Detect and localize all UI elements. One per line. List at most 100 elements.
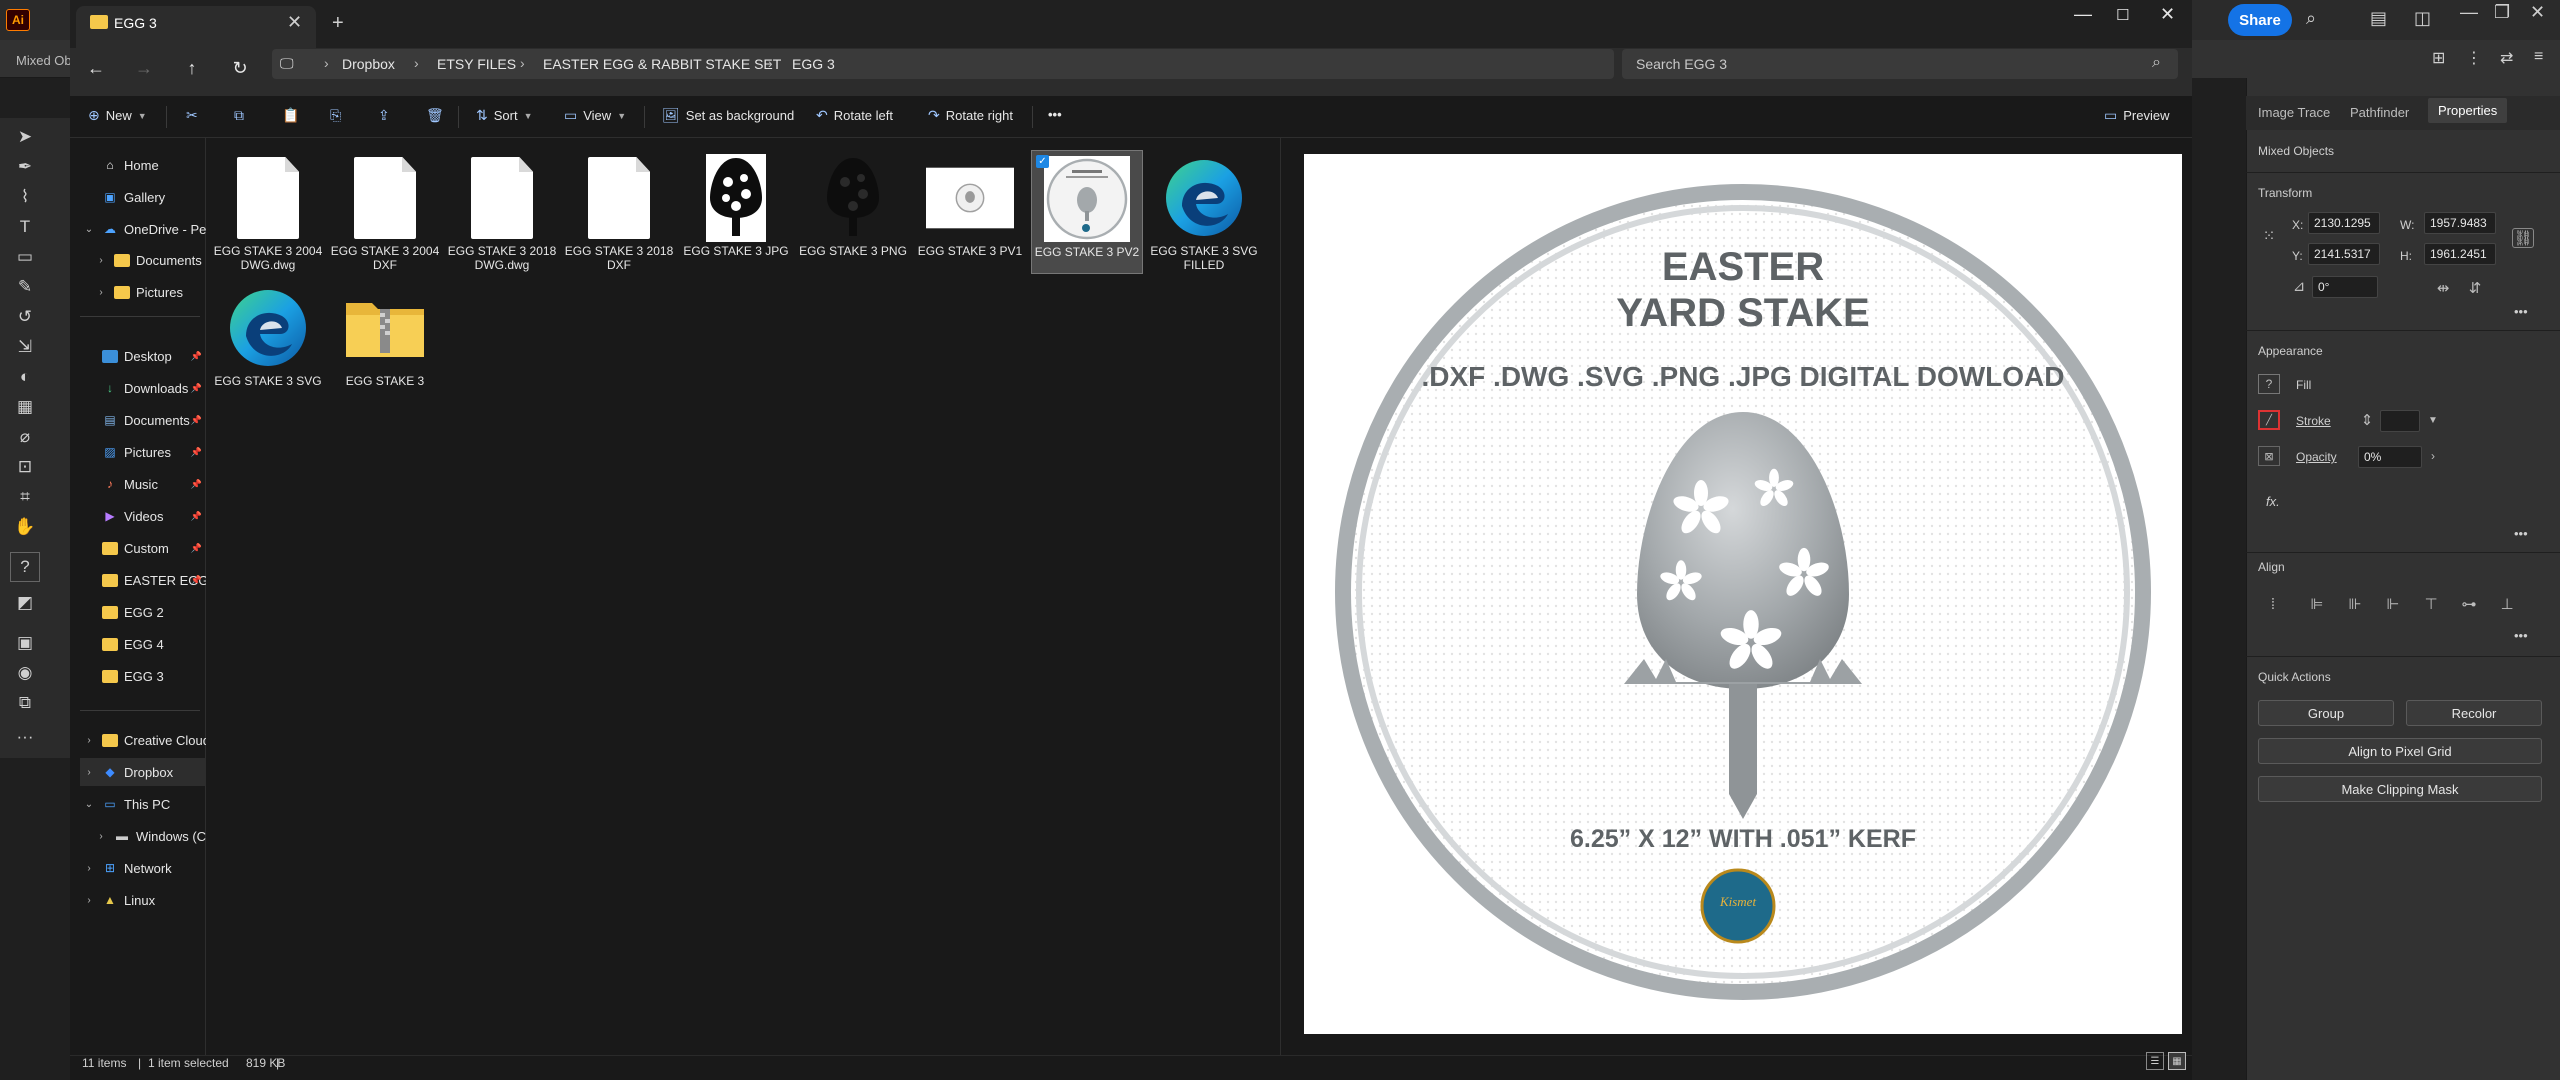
forward-button[interactable]: → bbox=[126, 53, 162, 83]
fill-swatch-icon[interactable]: ? bbox=[2258, 374, 2280, 394]
maximize-icon[interactable]: ❐ bbox=[2494, 2, 2510, 23]
align-bottom-icon[interactable]: ⊥ bbox=[2496, 594, 2518, 614]
workspace-icon[interactable]: ▤ bbox=[2370, 8, 2387, 29]
constrain-proportions-icon[interactable]: ⛓ bbox=[2512, 228, 2534, 248]
file-item[interactable]: EGG STAKE 3 PNG bbox=[797, 150, 909, 274]
recolor-button[interactable]: Recolor bbox=[2406, 700, 2542, 726]
height-field[interactable]: 1961.2451 bbox=[2424, 243, 2496, 265]
selection-tool-icon[interactable]: ➤ bbox=[10, 122, 40, 152]
draw-mode-icon[interactable]: ▣ bbox=[10, 628, 40, 658]
align-to-pixel-grid-button[interactable]: Align to Pixel Grid bbox=[2258, 738, 2542, 764]
stroke-swatch-icon[interactable]: ╱ bbox=[2258, 410, 2280, 430]
chevron-right-icon[interactable]: › bbox=[94, 287, 108, 298]
sidebar-item[interactable]: › Documents bbox=[80, 246, 206, 274]
hand-tool-icon[interactable]: ✋ bbox=[10, 512, 40, 542]
explorer-tab[interactable] bbox=[76, 6, 316, 48]
tab-image-trace[interactable]: Image Trace bbox=[2258, 105, 2330, 120]
align-left-icon[interactable]: ⊫ bbox=[2306, 594, 2328, 614]
share-button[interactable]: Share bbox=[2228, 4, 2292, 36]
pencil-tool-icon[interactable]: ✎ bbox=[10, 272, 40, 302]
tab-close-icon[interactable]: ✕ bbox=[287, 12, 302, 33]
transform-bar-icon[interactable]: ⇄ bbox=[2500, 48, 2513, 68]
warp-tool-icon[interactable]: ⇲ bbox=[10, 332, 40, 362]
brush-tool-icon[interactable]: ⌇ bbox=[10, 182, 40, 212]
sidebar-item[interactable]: EGG 2 bbox=[80, 598, 206, 626]
file-item[interactable]: EGG STAKE 3 SVG FILLED bbox=[1148, 150, 1260, 274]
align-to-icon[interactable]: ⁞ bbox=[2262, 594, 2284, 614]
align-right-icon[interactable]: ⊩ bbox=[2382, 594, 2404, 614]
opacity-chevron-icon[interactable]: › bbox=[2422, 446, 2444, 466]
sidebar-item[interactable]: ▶ Videos 📌 bbox=[80, 502, 206, 530]
share-file-button[interactable]: ⇪ bbox=[378, 107, 390, 124]
file-item[interactable]: EGG STAKE 3 2018 DXF bbox=[563, 150, 675, 274]
align-more-button[interactable]: ••• bbox=[2514, 628, 2528, 643]
artboard-tool-icon[interactable]: ⊡ bbox=[10, 452, 40, 482]
search-icon[interactable]: ⌕ bbox=[2306, 8, 2316, 29]
pen-tool-icon[interactable]: ✒ bbox=[10, 152, 40, 182]
rename-button[interactable]: ⎘ bbox=[330, 107, 341, 124]
eyedropper-tool-icon[interactable]: ⌀ bbox=[10, 422, 40, 452]
stroke-label[interactable]: Stroke bbox=[2296, 414, 2331, 428]
chevron-down-icon[interactable]: ⌄ bbox=[82, 224, 96, 235]
file-item[interactable]: EGG STAKE 3 2018 DWG.dwg bbox=[446, 150, 558, 274]
paste-button[interactable]: 📋 bbox=[282, 107, 299, 124]
breadcrumb-separator[interactable]: › bbox=[520, 55, 525, 71]
pin-icon[interactable]: 📌 bbox=[191, 447, 202, 458]
transform-more-button[interactable]: ••• bbox=[2514, 304, 2528, 319]
sidebar-item[interactable]: › Creative Cloud bbox=[80, 726, 206, 754]
file-item[interactable]: EGG STAKE 3 bbox=[329, 280, 441, 404]
width-field[interactable]: 1957.9483 bbox=[2424, 212, 2496, 234]
sidebar-item[interactable]: › ⊞ Network bbox=[80, 854, 206, 882]
chevron-right-icon[interactable]: › bbox=[82, 895, 96, 906]
pin-icon[interactable]: 📌 bbox=[191, 479, 202, 490]
help-icon[interactable]: ? bbox=[10, 552, 40, 582]
stroke-weight-field[interactable] bbox=[2380, 410, 2420, 432]
chevron-right-icon[interactable]: › bbox=[82, 735, 96, 746]
slice-tool-icon[interactable]: ⌗ bbox=[10, 482, 40, 512]
window-close-icon[interactable]: ✕ bbox=[2160, 4, 2175, 25]
sidebar-item[interactable]: ↓ Downloads 📌 bbox=[80, 374, 206, 402]
change-screen-mode-icon[interactable]: ⧉ bbox=[10, 688, 40, 718]
breadcrumb-etsy-files[interactable]: ETSY FILES bbox=[437, 56, 516, 72]
details-view-icon[interactable]: ☰ bbox=[2146, 1052, 2164, 1070]
x-field[interactable]: 2130.1295 bbox=[2308, 212, 2380, 234]
flip-vertical-icon[interactable]: ⇵ bbox=[2464, 278, 2486, 298]
sort-button[interactable]: ⇅ Sort ▼ bbox=[476, 107, 533, 124]
sidebar-item[interactable]: › ▬ Windows (C:) bbox=[80, 822, 206, 850]
pin-icon[interactable]: 📌 bbox=[191, 383, 202, 394]
opacity-field[interactable]: 0% bbox=[2358, 446, 2422, 468]
chevron-right-icon[interactable]: › bbox=[94, 831, 108, 842]
back-button[interactable]: ← bbox=[78, 53, 114, 83]
breadcrumb-dropbox[interactable]: Dropbox bbox=[342, 56, 395, 72]
sidebar-item[interactable]: Desktop 📌 bbox=[80, 342, 206, 370]
sidebar-item[interactable]: Custom 📌 bbox=[80, 534, 206, 562]
sidebar-item[interactable]: EASTER EGG 📌 bbox=[80, 566, 206, 594]
pin-icon[interactable]: 📌 bbox=[191, 575, 202, 586]
breadcrumb-egg-3[interactable]: EGG 3 bbox=[792, 56, 835, 72]
stroke-stepper-icon[interactable]: ⇕ bbox=[2356, 410, 2378, 430]
graph-tool-icon[interactable]: ▦ bbox=[10, 392, 40, 422]
y-field[interactable]: 2141.5317 bbox=[2308, 243, 2380, 265]
sidebar-item[interactable]: ▤ Documents 📌 bbox=[80, 406, 206, 434]
align-middle-icon[interactable]: ⊶ bbox=[2458, 594, 2480, 614]
chevron-down-icon[interactable]: ⌄ bbox=[82, 799, 96, 810]
pin-icon[interactable]: 📌 bbox=[191, 351, 202, 362]
cut-button[interactable]: ✂ bbox=[186, 107, 198, 124]
opacity-icon[interactable]: ⊠ bbox=[2258, 446, 2280, 466]
chevron-right-icon[interactable]: › bbox=[94, 255, 108, 266]
new-button[interactable]: ⊕ New ▼ bbox=[88, 107, 147, 124]
search-icon[interactable]: ⌕ bbox=[2152, 54, 2161, 72]
distribute-bar-icon[interactable]: ⋮ bbox=[2466, 48, 2482, 68]
copy-button[interactable]: ⧉ bbox=[234, 107, 244, 124]
tab-pathfinder[interactable]: Pathfinder bbox=[2350, 105, 2409, 120]
panel-menu-icon[interactable]: ≡ bbox=[2534, 48, 2543, 66]
sidebar-item[interactable]: EGG 4 bbox=[80, 630, 206, 658]
file-item[interactable]: EGG STAKE 3 JPG bbox=[680, 150, 792, 274]
screen-mode-icon[interactable]: ◉ bbox=[10, 658, 40, 688]
breadcrumb-separator[interactable]: › bbox=[414, 55, 419, 71]
file-item[interactable]: EGG STAKE 3 PV1 bbox=[914, 150, 1026, 274]
shape-builder-icon[interactable]: ◐ bbox=[10, 362, 40, 392]
flip-horizontal-icon[interactable]: ⇹ bbox=[2432, 278, 2454, 298]
make-clipping-mask-button[interactable]: Make Clipping Mask bbox=[2258, 776, 2542, 802]
sidebar-item[interactable]: EGG 3 bbox=[80, 662, 206, 690]
